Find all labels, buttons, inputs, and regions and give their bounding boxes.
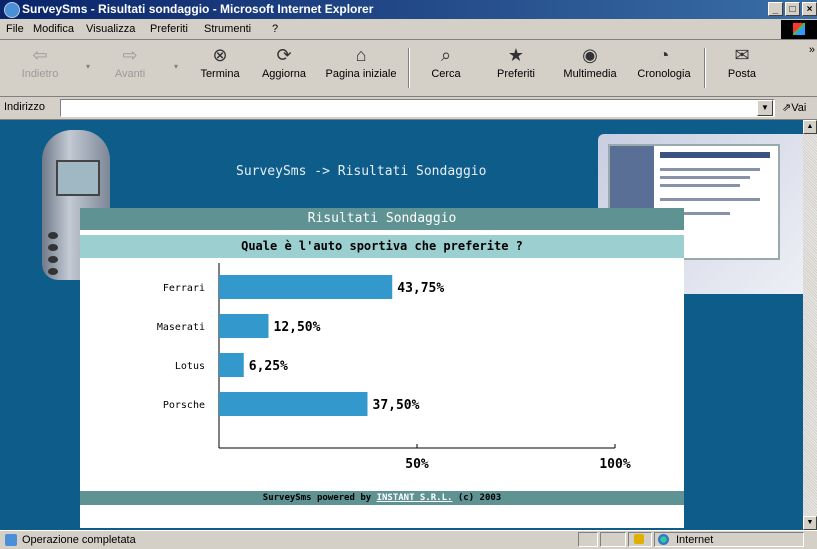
- back-arrow-icon: ⇦: [32, 45, 48, 65]
- bar: [219, 353, 244, 377]
- stop-icon: ⊗: [212, 45, 228, 65]
- zone-label: Internet: [676, 534, 714, 546]
- window-title: SurveySms - Risultati sondaggio - Micros…: [22, 2, 374, 16]
- address-label: Indirizzo: [4, 101, 45, 113]
- forward-label: Avanti: [114, 68, 146, 80]
- bar: [219, 314, 269, 338]
- scroll-up-icon[interactable]: ▲: [803, 120, 817, 134]
- address-input[interactable]: [60, 99, 775, 117]
- refresh-button[interactable]: ⟳ Aggiorna: [254, 44, 314, 80]
- toolbar-separator: [408, 48, 410, 88]
- toolbar-separator: [704, 48, 706, 88]
- value-label: 43,75%: [397, 281, 444, 296]
- menu-modifica[interactable]: Modifica: [33, 23, 74, 35]
- search-icon: ⌕: [440, 45, 452, 65]
- go-arrow-icon: ⇗: [782, 102, 792, 114]
- mail-label: Posta: [727, 68, 757, 80]
- refresh-icon: ⟳: [276, 45, 292, 65]
- search-button[interactable]: ⌕ Cerca: [416, 44, 476, 80]
- favorites-icon: ★: [507, 45, 525, 65]
- category-label: Ferrari: [163, 283, 205, 294]
- status-bar: Operazione completata Internet: [0, 530, 817, 549]
- forward-dropdown-icon[interactable]: ▾: [174, 62, 178, 71]
- menu-bar: File Modifica Visualizza Preferiti Strum…: [0, 19, 817, 40]
- vertical-scrollbar[interactable]: ▲ ▼: [803, 120, 817, 530]
- history-button[interactable]: ◔ Cronologia: [634, 44, 694, 80]
- x-tick-label: 50%: [405, 457, 429, 472]
- back-button[interactable]: ⇦ Indietro: [10, 44, 70, 80]
- menu-strumenti[interactable]: Strumenti: [204, 23, 251, 35]
- forward-arrow-icon: ⇨: [122, 45, 138, 65]
- page-content: SurveySms -> Risultati Sondaggio Risulta…: [0, 120, 803, 530]
- status-text: Operazione completata: [22, 534, 136, 546]
- media-label: Multimedia: [563, 68, 617, 80]
- panel-footer: SurveySms powered by INSTANT S.R.L. (c) …: [80, 491, 684, 505]
- menu-help[interactable]: ?: [272, 23, 278, 35]
- address-bar: Indirizzo ▼ ⇗Vai: [0, 97, 817, 120]
- scroll-down-icon[interactable]: ▼: [803, 516, 817, 530]
- search-label: Cerca: [431, 68, 461, 80]
- address-dropdown-icon[interactable]: ▼: [757, 100, 773, 116]
- toolbar-overflow-icon[interactable]: »: [809, 44, 815, 56]
- back-dropdown-icon[interactable]: ▾: [86, 62, 90, 71]
- menu-preferiti[interactable]: Preferiti: [150, 23, 188, 35]
- bar: [219, 392, 368, 416]
- lock-icon: [634, 534, 644, 544]
- back-label: Indietro: [21, 68, 59, 80]
- media-button[interactable]: ◉ Multimedia: [560, 44, 620, 80]
- mail-button[interactable]: ✉ Posta: [712, 44, 772, 80]
- value-label: 37,50%: [373, 398, 420, 413]
- category-label: Porsche: [163, 400, 205, 411]
- home-icon: ⌂: [355, 45, 367, 65]
- go-label: Vai: [791, 102, 807, 114]
- favorites-button[interactable]: ★ Preferiti: [486, 44, 546, 80]
- footer-link[interactable]: INSTANT S.R.L.: [377, 493, 453, 503]
- survey-question: Quale è l'auto sportiva che preferite ?: [80, 235, 684, 258]
- menu-file[interactable]: File: [6, 23, 24, 35]
- ie-icon: [4, 2, 20, 18]
- page-title: SurveySms -> Risultati Sondaggio: [236, 164, 487, 179]
- maximize-button[interactable]: □: [785, 2, 800, 16]
- results-panel: Risultati Sondaggio Quale è l'auto sport…: [80, 208, 684, 528]
- page-icon: [5, 534, 17, 546]
- forward-button[interactable]: ⇨ Avanti: [100, 44, 160, 80]
- history-label: Cronologia: [637, 68, 691, 80]
- close-button[interactable]: ×: [802, 2, 817, 16]
- footer-prefix: SurveySms powered by: [262, 493, 377, 503]
- go-button[interactable]: ⇗Vai: [782, 101, 806, 114]
- toolbar: ⇦ Indietro ▾ ⇨ Avanti ▾ ⊗ Termina ⟳ Aggi…: [0, 40, 817, 97]
- status-panel: [600, 532, 626, 547]
- menu-visualizza[interactable]: Visualizza: [86, 23, 135, 35]
- history-icon: ◔: [658, 45, 670, 65]
- home-label: Pagina iniziale: [325, 68, 397, 80]
- category-label: Maserati: [157, 322, 205, 333]
- category-label: Lotus: [175, 361, 205, 372]
- windows-logo-icon: [781, 20, 817, 39]
- refresh-label: Aggiorna: [261, 68, 307, 80]
- x-tick-label: 100%: [599, 457, 630, 472]
- value-label: 6,25%: [249, 359, 288, 374]
- home-button[interactable]: ⌂ Pagina iniziale: [322, 44, 400, 80]
- stop-button[interactable]: ⊗ Termina: [190, 44, 250, 80]
- window-title-bar[interactable]: SurveySms - Risultati sondaggio - Micros…: [0, 0, 817, 19]
- value-label: 12,50%: [274, 320, 321, 335]
- minimize-button[interactable]: _: [768, 2, 783, 16]
- favorites-label: Preferiti: [497, 68, 535, 80]
- internet-zone-icon: [658, 534, 669, 545]
- results-chart: Ferrari 43,75% Maserati 12,50% Lotus 6,25% Por…: [157, 263, 631, 472]
- panel-title: Risultati Sondaggio: [80, 208, 684, 230]
- mail-icon: ✉: [734, 45, 750, 65]
- footer-suffix: (c) 2003: [452, 493, 502, 503]
- bar: [219, 275, 393, 299]
- stop-label: Termina: [200, 68, 240, 80]
- status-panel: [578, 532, 598, 547]
- media-icon: ◉: [582, 45, 598, 65]
